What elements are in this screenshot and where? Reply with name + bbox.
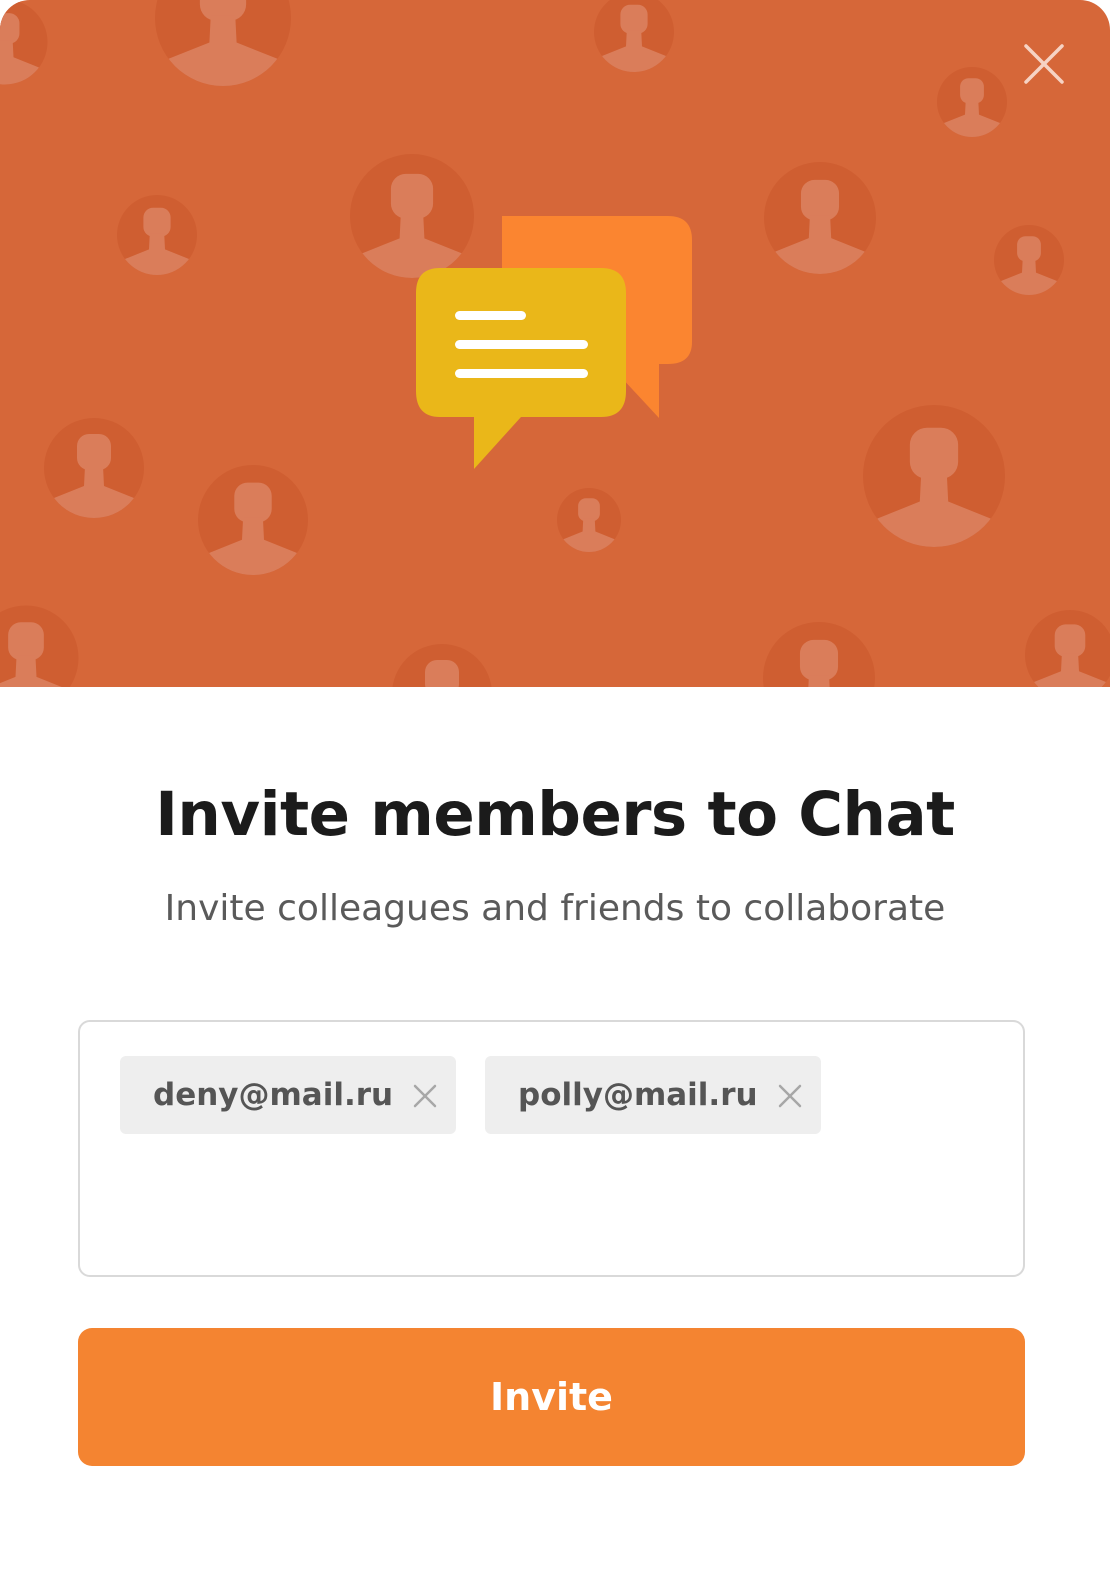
recipient-chip: deny@mail.ru	[120, 1056, 456, 1134]
invite-button[interactable]: Invite	[78, 1328, 1025, 1466]
close-icon	[1024, 44, 1064, 84]
dialog-title: Invite members to Chat	[155, 779, 955, 850]
remove-recipient-button[interactable]	[412, 1083, 438, 1109]
hero-banner	[0, 0, 1110, 687]
recipient-chip-label: deny@mail.ru	[153, 1077, 394, 1113]
chat-bubbles-icon	[410, 210, 700, 484]
dialog-subtitle: Invite colleagues and friends to collabo…	[164, 888, 946, 929]
close-button[interactable]	[1016, 36, 1072, 92]
remove-recipient-button[interactable]	[777, 1083, 803, 1109]
recipient-chip-label: polly@mail.ru	[518, 1077, 758, 1113]
invite-dialog: Invite members to Chat Invite colleagues…	[0, 0, 1110, 1569]
recipients-input[interactable]: deny@mail.ru polly@mail.ru	[78, 1020, 1025, 1277]
recipient-chip: polly@mail.ru	[485, 1056, 821, 1134]
remove-icon	[413, 1084, 437, 1108]
remove-icon	[778, 1084, 802, 1108]
